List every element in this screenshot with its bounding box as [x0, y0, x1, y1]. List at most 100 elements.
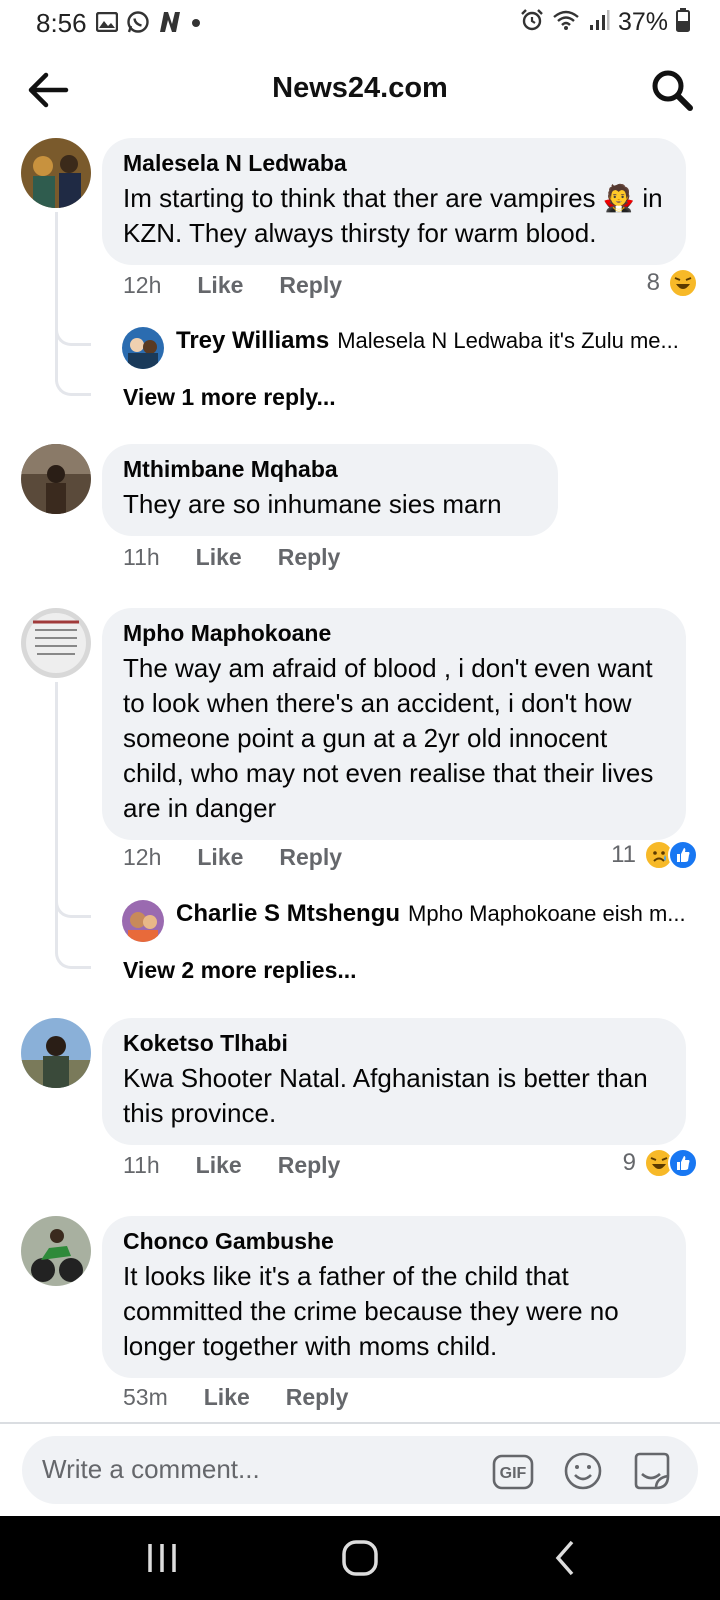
comment-text: They are so inhumane sies marn	[123, 489, 502, 519]
thread-connector	[55, 324, 91, 346]
reply-text: Malesela N Ledwaba it's Zulu me...	[337, 328, 679, 353]
search-icon	[652, 70, 693, 111]
status-system-icons: 37%	[520, 8, 690, 37]
reply-preview[interactable]: Trey Williams Malesela N Ledwaba it's Zu…	[122, 327, 679, 369]
reply-button[interactable]: Reply	[278, 544, 341, 571]
comment-bubble[interactable]: Malesela N Ledwaba Im starting to think …	[102, 138, 686, 265]
comment-bubble[interactable]: Mthimbane Mqhaba They are so inhumane si…	[102, 444, 558, 536]
status-notification-icons	[95, 10, 202, 39]
comment-actions: 11h Like Reply	[123, 1152, 340, 1179]
status-time: 8:56	[36, 8, 87, 38]
comment-time: 12h	[123, 272, 162, 298]
reply-button[interactable]: Reply	[278, 1152, 341, 1179]
battery-icon	[676, 8, 690, 37]
view-more-replies[interactable]: View 2 more replies...	[123, 957, 357, 984]
comment-time: 11h	[123, 544, 160, 570]
comment-bubble[interactable]: Chonco Gambushe It looks like it's a fat…	[102, 1216, 686, 1378]
svg-text:GIF: GIF	[500, 1465, 527, 1482]
comments-list: Malesela N Ledwaba Im starting to think …	[0, 128, 720, 1422]
reply-avatar	[122, 327, 164, 369]
like-button[interactable]: Like	[204, 1384, 250, 1411]
thread-connector	[55, 947, 91, 969]
thread-connector	[55, 374, 91, 396]
comment-text: Im starting to think that ther are vampi…	[123, 183, 663, 248]
thread-line	[55, 212, 58, 378]
like-button[interactable]: Like	[197, 272, 243, 299]
reply-button[interactable]: Reply	[279, 272, 342, 299]
gif-button[interactable]: GIF	[492, 1450, 534, 1492]
avatar-image	[21, 444, 91, 514]
comment-composer: GIF	[22, 1436, 698, 1504]
comment-actions: 12h Like Reply	[123, 272, 342, 299]
avatar-image	[21, 1018, 91, 1088]
comment-author[interactable]: Chonco Gambushe	[123, 1228, 664, 1255]
reaction-count: 11	[611, 841, 636, 868]
reaction-count: 9	[622, 1149, 636, 1176]
comment-actions: 11h Like Reply	[123, 544, 340, 571]
comment-author[interactable]: Malesela N Ledwaba	[123, 150, 664, 177]
avatar[interactable]	[21, 608, 91, 678]
avatar[interactable]	[21, 138, 91, 208]
dot-icon	[190, 16, 202, 34]
view-more-replies[interactable]: View 1 more reply...	[123, 384, 336, 411]
status-bar: 8:56 37%	[0, 0, 720, 46]
comment-input[interactable]	[42, 1454, 462, 1485]
avatar[interactable]	[21, 444, 91, 514]
comment-actions: 53m Like Reply	[123, 1384, 348, 1411]
comment-text: It looks like it's a father of the child…	[123, 1261, 619, 1361]
avatar-image	[21, 138, 91, 208]
app-header: News24.com	[0, 56, 720, 126]
reply-button[interactable]: Reply	[279, 844, 342, 871]
emoji-button[interactable]	[562, 1450, 604, 1492]
comment-bubble[interactable]: Mpho Maphokoane The way am afraid of blo…	[102, 608, 686, 840]
composer-divider	[0, 1422, 720, 1424]
reply-author: Trey Williams	[176, 327, 330, 354]
reaction-summary[interactable]: 11	[611, 840, 698, 870]
sticker-button[interactable]	[630, 1450, 672, 1492]
recent-apps-button[interactable]	[140, 1536, 184, 1580]
news-app-icon	[158, 11, 182, 38]
avatar-image	[21, 608, 91, 678]
alarm-icon	[520, 8, 544, 37]
comment-author[interactable]: Mpho Maphokoane	[123, 620, 664, 647]
system-navigation-bar	[0, 1516, 720, 1600]
reaction-count: 8	[646, 269, 660, 296]
comment-author[interactable]: Koketso Tlhabi	[123, 1030, 664, 1057]
like-reaction-icon	[668, 1148, 698, 1178]
signal-icon	[588, 9, 610, 36]
reaction-summary[interactable]: 8	[647, 268, 698, 298]
reply-button[interactable]: Reply	[286, 1384, 349, 1411]
like-reaction-icon	[668, 840, 698, 870]
whatsapp-icon	[126, 10, 150, 39]
page-title: News24.com	[272, 72, 448, 104]
reply-preview[interactable]: Charlie S Mtshengu Mpho Maphokoane eish …	[122, 900, 686, 942]
thread-connector	[55, 896, 91, 918]
comment-time: 53m	[123, 1384, 168, 1410]
wifi-icon	[552, 9, 580, 36]
search-button[interactable]	[650, 68, 694, 112]
comment-text: The way am afraid of blood , i don't eve…	[123, 653, 654, 823]
like-button[interactable]: Like	[196, 544, 242, 571]
comment-actions: 12h Like Reply	[123, 844, 342, 871]
battery-percent: 37%	[617, 8, 668, 36]
avatar[interactable]	[21, 1216, 91, 1286]
gallery-icon	[95, 11, 119, 37]
like-button[interactable]: Like	[196, 1152, 242, 1179]
reaction-summary[interactable]: 9	[623, 1148, 698, 1178]
home-button[interactable]	[338, 1536, 382, 1580]
avatar-image	[21, 1216, 91, 1286]
recent-apps-icon	[148, 1544, 176, 1572]
gif-icon: GIF	[492, 1454, 534, 1490]
home-icon	[342, 1540, 378, 1576]
comment-time: 12h	[123, 844, 162, 870]
comment-author[interactable]: Mthimbane Mqhaba	[123, 456, 536, 483]
system-back-button[interactable]	[544, 1536, 588, 1580]
like-button[interactable]: Like	[197, 844, 243, 871]
reply-avatar	[122, 900, 164, 942]
reply-author: Charlie S Mtshengu	[176, 900, 401, 927]
back-chevron-icon	[555, 1540, 574, 1576]
avatar[interactable]	[21, 1018, 91, 1088]
comment-bubble[interactable]: Koketso Tlhabi Kwa Shooter Natal. Afghan…	[102, 1018, 686, 1145]
smiley-icon	[564, 1452, 602, 1490]
comment-time: 11h	[123, 1152, 160, 1178]
